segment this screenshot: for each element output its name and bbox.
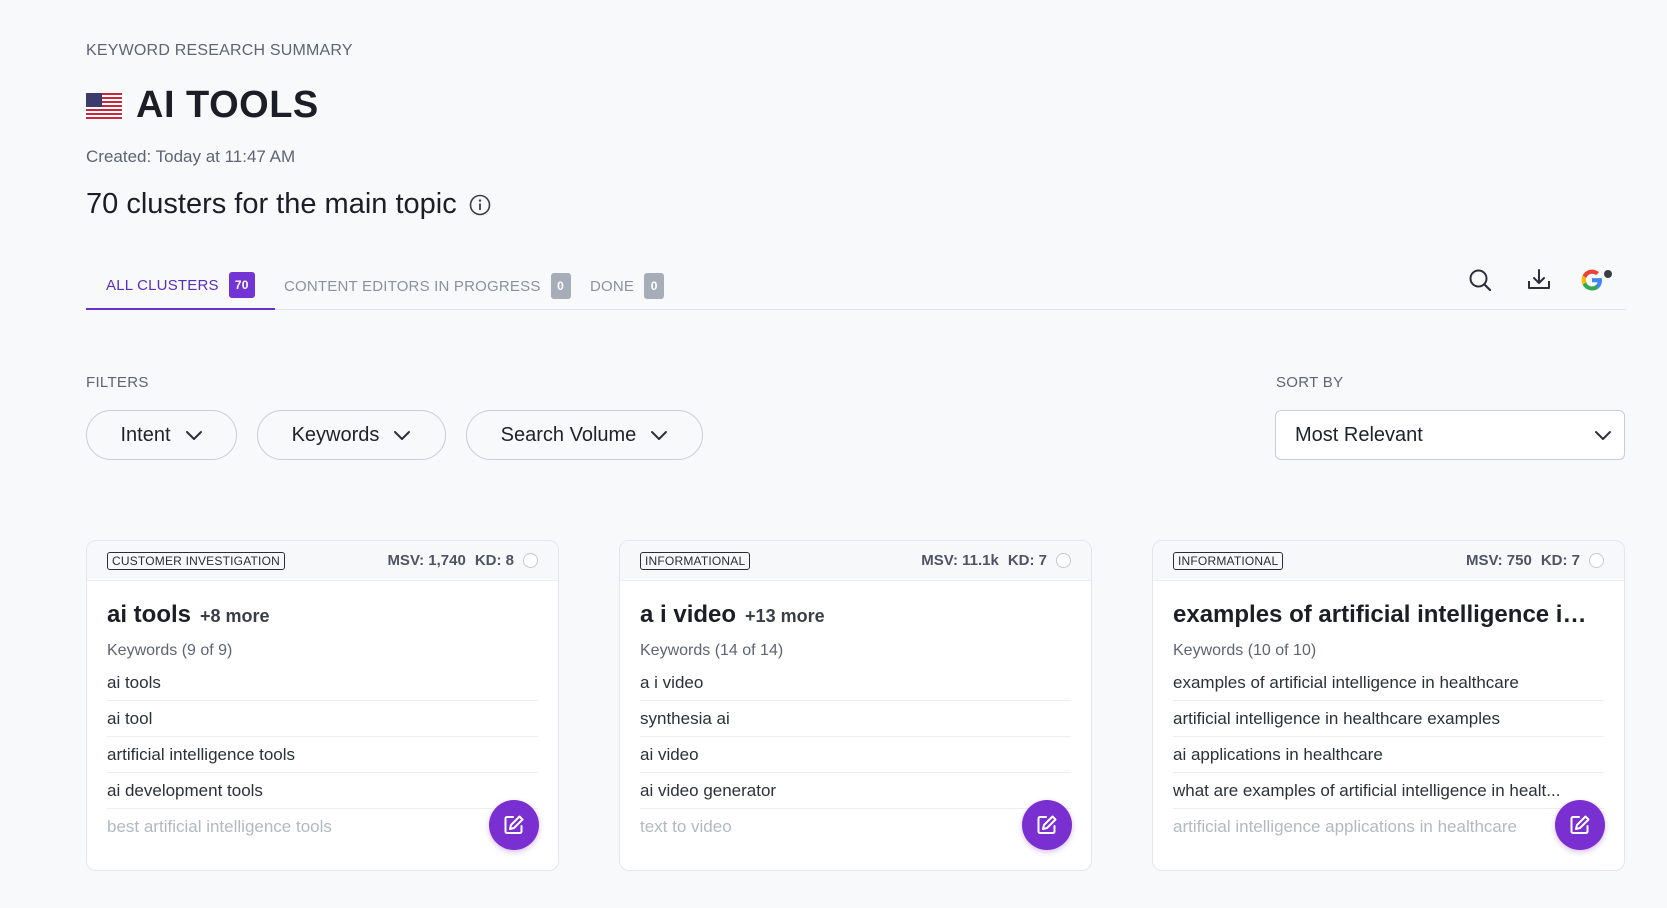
cluster-tabs: ALL CLUSTERS 70 CONTENT EDITORS IN PROGR… xyxy=(86,262,1626,310)
card-header: CUSTOMER INVESTIGATION MSV: 1,740 KD: 8 xyxy=(87,541,558,581)
tab-label: ALL CLUSTERS xyxy=(106,276,219,294)
kd-value: KD: 8 xyxy=(474,552,514,569)
created-timestamp: Created: Today at 11:47 AM xyxy=(86,147,296,166)
card-metrics: MSV: 11.1k KD: 7 xyxy=(921,552,1071,569)
cluster-card[interactable]: INFORMATIONAL MSV: 750 KD: 7 examples of… xyxy=(1152,540,1625,871)
keywords-filter-button[interactable]: Keywords xyxy=(257,410,446,460)
keyword-item: ai tools xyxy=(107,665,538,701)
keyword-item: ai development tools xyxy=(107,773,538,809)
chevron-down-icon xyxy=(651,431,668,440)
card-body: ai tools +8 more Keywords (9 of 9) ai to… xyxy=(87,581,558,845)
keyword-list: examples of artificial intelligence in h… xyxy=(1173,665,1604,845)
edit-button[interactable] xyxy=(1555,800,1605,850)
msv-value: MSV: 1,740 xyxy=(387,552,466,569)
us-flag-icon xyxy=(86,92,122,119)
keyword-item: ai video xyxy=(640,737,1071,773)
chevron-down-icon xyxy=(185,431,202,440)
keyword-item: ai video generator xyxy=(640,773,1071,809)
intent-filter-button[interactable]: Intent xyxy=(86,410,237,460)
select-radio[interactable] xyxy=(1589,553,1604,568)
card-body: examples of artificial intelligence in..… xyxy=(1153,581,1624,845)
edit-button[interactable] xyxy=(489,800,539,850)
sort-value: Most Relevant xyxy=(1295,423,1423,446)
kd-value: KD: 7 xyxy=(1007,552,1047,569)
tab-all-clusters[interactable]: ALL CLUSTERS 70 xyxy=(86,262,275,310)
card-metrics: MSV: 750 KD: 7 xyxy=(1466,552,1604,569)
edit-icon xyxy=(504,815,524,834)
keyword-item: a i video xyxy=(640,665,1071,701)
keyword-item: ai tool xyxy=(107,701,538,737)
msv-value: MSV: 750 xyxy=(1465,552,1532,569)
tab-label: DONE xyxy=(590,277,635,295)
filter-label: Search Volume xyxy=(500,423,637,446)
page-title: AI TOOLS xyxy=(136,84,319,126)
card-title[interactable]: ai tools +8 more xyxy=(107,601,538,629)
kd-value: KD: 7 xyxy=(1540,552,1580,569)
select-radio[interactable] xyxy=(1056,553,1071,568)
select-radio[interactable] xyxy=(523,553,538,568)
keyword-item: synthesia ai xyxy=(640,701,1071,737)
intent-tag: INFORMATIONAL xyxy=(640,551,751,570)
cluster-title: examples of artificial intelligence in..… xyxy=(1173,601,1595,628)
tab-done[interactable]: DONE 0 xyxy=(590,262,665,310)
tab-content-editors-in-progress[interactable]: CONTENT EDITORS IN PROGRESS 0 xyxy=(284,262,571,310)
keyword-item: artificial intelligence in healthcare ex… xyxy=(1173,701,1604,737)
filter-label: Keywords xyxy=(291,423,380,446)
card-header: INFORMATIONAL MSV: 750 KD: 7 xyxy=(1153,541,1624,581)
keyword-item: text to video xyxy=(640,817,732,836)
tab-count-badge: 0 xyxy=(550,273,571,299)
keyword-item: best artificial intelligence tools xyxy=(107,817,332,836)
edit-icon xyxy=(1037,815,1057,834)
keyword-item: examples of artificial intelligence in h… xyxy=(1173,665,1604,701)
google-icon[interactable] xyxy=(1580,266,1614,294)
intent-tag: CUSTOMER INVESTIGATION xyxy=(107,551,285,570)
keyword-list: a i video synthesia ai ai video ai video… xyxy=(640,665,1071,845)
chevron-down-icon xyxy=(1595,431,1611,440)
cluster-card[interactable]: CUSTOMER INVESTIGATION MSV: 1,740 KD: 8 … xyxy=(86,540,559,871)
chevron-down-icon xyxy=(394,431,411,440)
tab-count-badge: 0 xyxy=(644,273,665,299)
keyword-item: artificial intelligence tools xyxy=(107,737,538,773)
keyword-item: artificial intelligence applications in … xyxy=(1173,817,1517,836)
info-icon[interactable] xyxy=(469,194,491,216)
card-title[interactable]: examples of artificial intelligence in..… xyxy=(1173,601,1604,629)
edit-button[interactable] xyxy=(1022,800,1072,850)
sort-by-label: SORT BY xyxy=(1276,374,1344,391)
filters-label: FILTERS xyxy=(86,374,149,391)
clusters-subtitle: 70 clusters for the main topic xyxy=(86,188,457,220)
cluster-card[interactable]: INFORMATIONAL MSV: 11.1k KD: 7 a i video… xyxy=(619,540,1092,871)
tab-count-badge: 70 xyxy=(228,272,255,298)
keywords-count: Keywords (10 of 10) xyxy=(1173,642,1317,659)
download-icon[interactable] xyxy=(1525,266,1553,294)
filter-label: Intent xyxy=(120,423,171,446)
intent-tag: INFORMATIONAL xyxy=(1173,551,1284,570)
card-title[interactable]: a i video +13 more xyxy=(640,601,1071,629)
subtitle-row: 70 clusters for the main topic xyxy=(86,188,491,221)
title-row: AI TOOLS xyxy=(86,84,319,127)
edit-icon xyxy=(1570,815,1590,834)
cluster-title: a i video xyxy=(640,601,737,628)
keywords-count: Keywords (9 of 9) xyxy=(107,642,233,659)
keyword-list: ai tools ai tool artificial intelligence… xyxy=(107,665,538,845)
page-eyebrow: KEYWORD RESEARCH SUMMARY xyxy=(86,42,353,59)
card-metrics: MSV: 1,740 KD: 8 xyxy=(387,552,538,569)
card-header: INFORMATIONAL MSV: 11.1k KD: 7 xyxy=(620,541,1091,581)
msv-value: MSV: 11.1k xyxy=(921,552,999,569)
sort-select[interactable]: Most Relevant xyxy=(1275,410,1625,460)
tab-label: CONTENT EDITORS IN PROGRESS xyxy=(284,277,541,295)
keywords-count: Keywords (14 of 14) xyxy=(640,642,784,659)
card-body: a i video +13 more Keywords (14 of 14) a… xyxy=(620,581,1091,845)
more-count: +13 more xyxy=(745,606,825,626)
keyword-item: what are examples of artificial intellig… xyxy=(1173,773,1604,809)
cluster-title: ai tools xyxy=(107,601,192,628)
more-count: +8 more xyxy=(200,606,270,626)
search-icon[interactable] xyxy=(1466,266,1494,294)
keyword-item: ai applications in healthcare xyxy=(1173,737,1604,773)
search-volume-filter-button[interactable]: Search Volume xyxy=(466,410,703,460)
